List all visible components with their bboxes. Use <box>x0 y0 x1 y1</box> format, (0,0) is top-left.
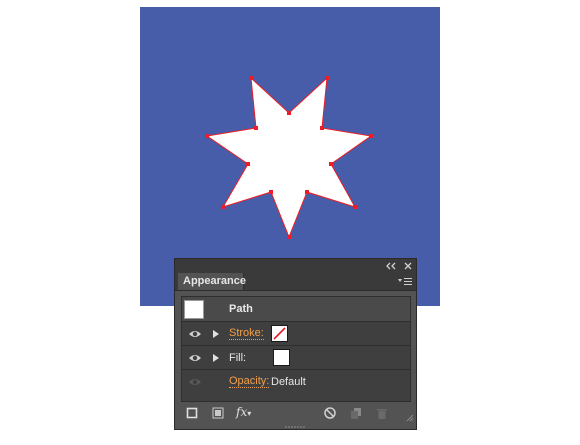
fill-label: Fill: <box>229 352 247 364</box>
add-new-fill-icon[interactable] <box>211 406 225 420</box>
object-thumbnail <box>184 300 204 319</box>
stroke-label-link[interactable]: Stroke: <box>229 328 264 340</box>
fill-swatch[interactable] <box>273 349 290 366</box>
anchor-point[interactable] <box>369 134 373 138</box>
eye-icon[interactable] <box>188 353 202 363</box>
duplicate-item-icon[interactable] <box>349 406 363 420</box>
delete-item-icon[interactable] <box>375 406 389 420</box>
eye-icon[interactable] <box>188 329 202 339</box>
panel-bottom-grip-icon[interactable] <box>284 425 306 429</box>
anchor-point[interactable] <box>287 111 291 115</box>
anchor-point[interactable] <box>329 162 333 166</box>
eye-icon-hidden[interactable] <box>188 377 202 387</box>
panel-menu-icon[interactable] <box>398 278 412 286</box>
fill-row[interactable]: Fill: <box>182 346 410 370</box>
anchor-point[interactable] <box>287 235 291 239</box>
fx-label: fx <box>236 405 248 419</box>
tab-appearance[interactable]: Appearance <box>178 273 246 290</box>
anchor-point[interactable] <box>269 190 273 194</box>
tab-bar: Appearance <box>175 273 416 291</box>
anchor-point[interactable] <box>353 205 357 209</box>
stroke-row[interactable]: Stroke: <box>182 322 410 346</box>
anchor-point[interactable] <box>246 162 250 166</box>
anchor-point[interactable] <box>205 134 209 138</box>
stroke-swatch[interactable] <box>271 325 288 342</box>
close-icon[interactable] <box>403 261 413 271</box>
object-header-row[interactable]: Path <box>182 297 410 322</box>
appearance-panel: Appearance Path Stroke: Fill: Opacity: D… <box>174 258 417 430</box>
clear-appearance-icon[interactable] <box>323 406 337 420</box>
disclosure-triangle-icon[interactable] <box>212 353 220 363</box>
panel-footer: fx▾ <box>175 402 416 424</box>
disclosure-triangle-icon[interactable] <box>212 329 220 339</box>
panel-title-bar[interactable] <box>175 259 416 273</box>
anchor-point[interactable] <box>221 205 225 209</box>
resize-grip-icon[interactable] <box>406 414 414 422</box>
anchor-point[interactable] <box>325 76 329 80</box>
anchor-point[interactable] <box>320 126 324 130</box>
anchor-point[interactable] <box>249 76 253 80</box>
object-type-label: Path <box>229 303 253 315</box>
add-new-stroke-icon[interactable] <box>185 406 199 420</box>
opacity-value: Default <box>271 376 306 388</box>
add-effect-button[interactable]: fx▾ <box>236 405 258 419</box>
chevron-down-icon: ▾ <box>247 409 252 418</box>
anchor-point[interactable] <box>254 126 258 130</box>
appearance-list: Path Stroke: Fill: Opacity: Default <box>181 296 411 402</box>
none-swatch-icon <box>273 327 286 340</box>
opacity-row[interactable]: Opacity: Default <box>182 370 410 394</box>
anchor-point[interactable] <box>305 190 309 194</box>
opacity-label-link[interactable]: Opacity: <box>229 376 270 388</box>
double-chevron-left-icon[interactable] <box>385 261 397 271</box>
